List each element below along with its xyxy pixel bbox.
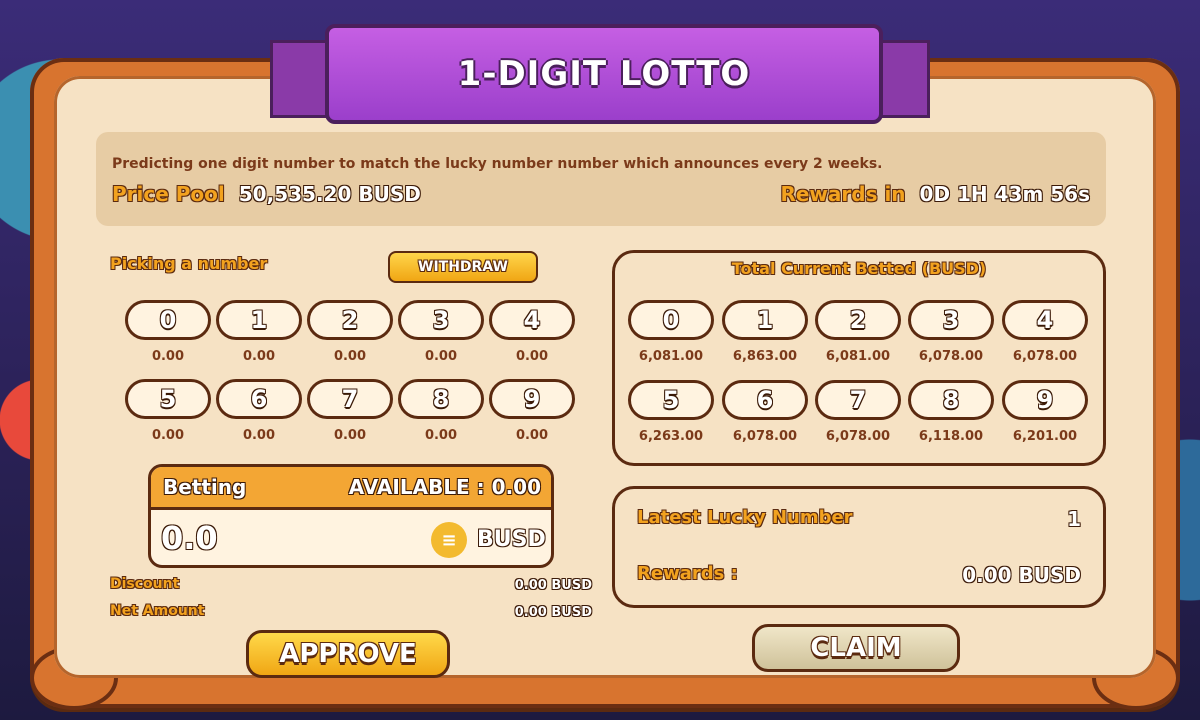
pick-number-value: 0.00 (151, 349, 185, 364)
total-betted-title: Total Current Betted (BUSD) (731, 259, 987, 278)
bet-currency: BUSD (477, 527, 546, 552)
pick-number-value: 0.00 (242, 349, 276, 364)
rewards-in-label: Rewards in (780, 182, 906, 206)
pick-number-button[interactable]: 0 (125, 300, 211, 340)
total-number-value: 6,078.00 (918, 349, 984, 364)
discount-label: Discount (110, 576, 180, 592)
rewards-countdown: Rewards in 0D 1H 43m 56s (780, 182, 1090, 206)
total-number-value: 6,078.00 (825, 429, 891, 444)
total-number-value: 6,118.00 (918, 429, 984, 444)
betting-label: Betting (163, 475, 247, 499)
pick-number-button[interactable]: 7 (307, 379, 393, 419)
claim-button[interactable]: CLAIM (752, 624, 960, 672)
total-number: 4 (1002, 300, 1088, 340)
price-pool: Price Pool 50,535.20 BUSD (112, 182, 421, 206)
total-number: 9 (1002, 380, 1088, 420)
total-number: 3 (908, 300, 994, 340)
withdraw-button[interactable]: WITHDRAW (388, 251, 538, 283)
rewards-in-value: 0D 1H 43m 56s (919, 182, 1090, 206)
pick-number-value: 0.00 (333, 428, 367, 443)
total-number-value: 6,078.00 (1012, 349, 1078, 364)
total-number: 1 (722, 300, 808, 340)
total-number: 5 (628, 380, 714, 420)
total-number: 6 (722, 380, 808, 420)
title-ribbon: 1-DIGIT LOTTO (270, 20, 930, 124)
info-description: Predicting one digit number to match the… (112, 156, 883, 172)
info-banner: Predicting one digit number to match the… (96, 132, 1106, 226)
pick-number-button[interactable]: 2 (307, 300, 393, 340)
page-title: 1-DIGIT LOTTO (457, 54, 751, 94)
latest-lucky-value: 1 (1067, 507, 1081, 531)
discount-value: 0.00 BUSD (514, 578, 592, 593)
latest-lucky-label: Latest Lucky Number (637, 507, 853, 528)
total-number-value: 6,201.00 (1012, 429, 1078, 444)
total-number: 2 (815, 300, 901, 340)
total-number: 7 (815, 380, 901, 420)
rewards-value: 0.00 BUSD (962, 563, 1081, 587)
pick-number-button[interactable]: 8 (398, 379, 484, 419)
pick-number-button[interactable]: 3 (398, 300, 484, 340)
betting-box: Betting AVAILABLE : 0.00 0.0 ≡ BUSD (148, 464, 554, 568)
net-amount-label: Net Amount (110, 603, 205, 619)
ribbon-main: 1-DIGIT LOTTO (325, 24, 883, 124)
total-number-value: 6,863.00 (732, 349, 798, 364)
total-number-value: 6,078.00 (732, 429, 798, 444)
pick-number-button[interactable]: 5 (125, 379, 211, 419)
pick-number-value: 0.00 (424, 428, 458, 443)
busd-coin-icon: ≡ (431, 522, 467, 558)
betting-header: Betting AVAILABLE : 0.00 (151, 467, 551, 510)
rewards-label: Rewards : (637, 563, 738, 584)
picking-label: Picking a number (110, 254, 268, 273)
total-number: 8 (908, 380, 994, 420)
total-number-value: 6,081.00 (638, 349, 704, 364)
lucky-number-panel: Latest Lucky Number 1 Rewards : 0.00 BUS… (612, 486, 1106, 608)
pick-number-value: 0.00 (424, 349, 458, 364)
pick-number-button[interactable]: 9 (489, 379, 575, 419)
total-number-value: 6,263.00 (638, 429, 704, 444)
approve-button[interactable]: APPROVE (246, 630, 450, 678)
pick-number-button[interactable]: 6 (216, 379, 302, 419)
pick-number-value: 0.00 (151, 428, 185, 443)
pick-number-value: 0.00 (515, 428, 549, 443)
available-balance: AVAILABLE : 0.00 (348, 475, 541, 499)
bet-amount-input[interactable]: 0.0 (161, 519, 218, 557)
pick-number-button[interactable]: 1 (216, 300, 302, 340)
total-number: 0 (628, 300, 714, 340)
total-number-value: 6,081.00 (825, 349, 891, 364)
pick-number-value: 0.00 (515, 349, 549, 364)
net-amount-value: 0.00 BUSD (514, 605, 592, 620)
price-pool-value: 50,535.20 BUSD (238, 182, 421, 206)
pick-number-value: 0.00 (333, 349, 367, 364)
price-pool-label: Price Pool (112, 182, 225, 206)
pick-number-value: 0.00 (242, 428, 276, 443)
pick-number-button[interactable]: 4 (489, 300, 575, 340)
